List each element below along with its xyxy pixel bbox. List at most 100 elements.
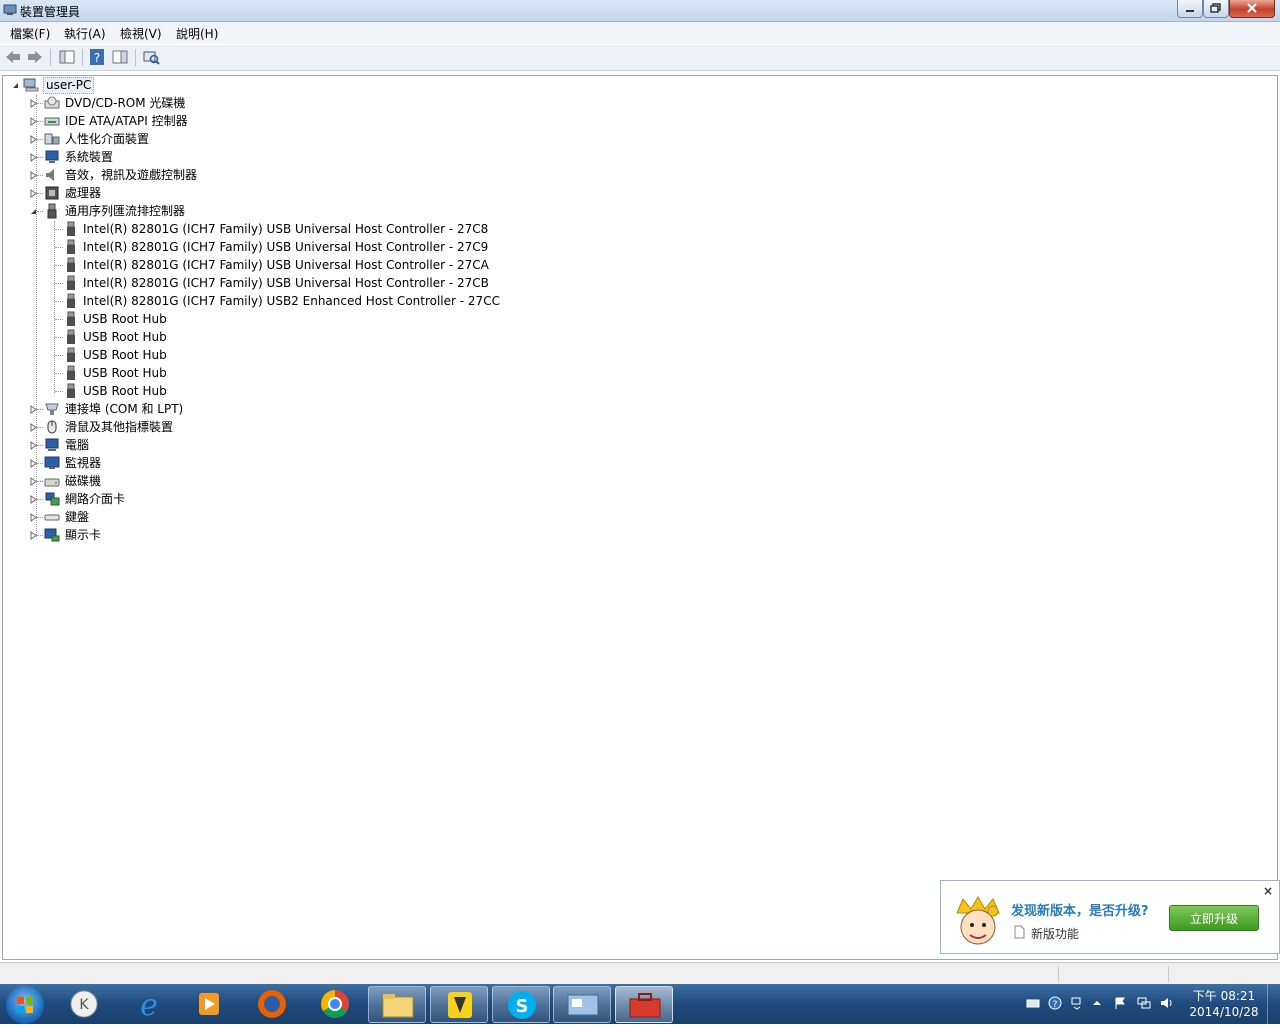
start-button[interactable] [6, 986, 44, 1024]
menu-help[interactable]: 說明(H) [176, 25, 218, 42]
expand-arrow-icon[interactable] [29, 495, 38, 504]
usb-device-row[interactable]: USB Root Hub [3, 310, 703, 328]
minimize-icon [1186, 10, 1194, 12]
taskbar-kingsoft[interactable]: K [55, 986, 113, 1023]
menu-view[interactable]: 檢視(V) [120, 25, 162, 42]
collapse-arrow-icon[interactable] [11, 81, 20, 90]
tree-connector [55, 391, 63, 392]
collapse-arrow-icon[interactable] [29, 207, 38, 216]
tree-category[interactable]: DVD/CD-ROM 光碟機 [3, 94, 603, 112]
tree-category[interactable]: 人性化介面裝置 [3, 130, 603, 148]
tree-category[interactable]: 連接埠 (COM 和 LPT) [3, 400, 603, 418]
toolbar: ? [0, 45, 1280, 71]
usb-device-row[interactable]: USB Root Hub [3, 346, 703, 364]
expand-arrow-icon[interactable] [29, 135, 38, 144]
expand-arrow-icon[interactable] [29, 423, 38, 432]
expand-arrow-icon[interactable] [29, 189, 38, 198]
tree-category[interactable]: 網路介面卡 [3, 490, 603, 508]
tree-category[interactable]: 電腦 [3, 436, 603, 454]
category-label: 音效，視訊及遊戲控制器 [65, 168, 198, 182]
expand-arrow-icon[interactable] [29, 153, 38, 162]
expand-arrow-icon[interactable] [29, 405, 38, 414]
taskbar-media-player[interactable] [180, 986, 238, 1023]
show-desktop-button[interactable] [1267, 984, 1280, 1024]
system-clock[interactable]: 下午 08:21 2014/10/28 [1184, 988, 1264, 1020]
usb-device-row[interactable]: USB Root Hub [3, 328, 703, 346]
device-label: USB Root Hub [83, 366, 167, 380]
system-devices-icon [45, 150, 59, 163]
category-label: 鍵盤 [65, 510, 90, 524]
app-icon [448, 992, 472, 1018]
menu-bar: 檔案(F) 執行(A) 檢視(V) 說明(H) [0, 22, 1280, 44]
usb-device-row[interactable]: USB Root Hub [3, 382, 703, 400]
tree-category[interactable]: 顯示卡 [3, 526, 603, 544]
device-tree[interactable]: user-PC DVD/CD-ROM 光碟機 IDE ATA/ATAPI 控制器… [2, 75, 1278, 960]
maximize-button[interactable] [1203, 0, 1229, 18]
menu-file[interactable]: 檔案(F) [10, 25, 50, 42]
network-tray-icon[interactable] [1137, 996, 1151, 1010]
tree-category[interactable]: 磁碟機 [3, 472, 603, 490]
expand-arrow-icon[interactable] [29, 99, 38, 108]
back-icon[interactable] [4, 48, 22, 66]
language-tray-icon[interactable] [1070, 996, 1084, 1010]
upgrade-now-button[interactable]: 立即升级 [1169, 905, 1259, 931]
title-bar[interactable]: 裝置管理員 [0, 0, 1280, 22]
minimize-button[interactable] [1177, 0, 1203, 18]
show-hide-console-tree-icon[interactable] [58, 48, 76, 66]
taskbar-ie[interactable]: e [120, 986, 178, 1023]
popup-close-button[interactable]: × [1263, 884, 1273, 898]
scan-hardware-icon[interactable] [142, 48, 160, 66]
help-icon[interactable]: ? [88, 48, 106, 66]
usb-device-row[interactable]: Intel(R) 82801G (ICH7 Family) USB2 Enhan… [3, 292, 703, 310]
usb-device-icon [67, 311, 75, 326]
remote-desktop-icon [567, 994, 599, 1016]
volume-tray-icon[interactable] [1160, 996, 1174, 1010]
close-button[interactable] [1229, 0, 1275, 18]
tree-category[interactable]: IDE ATA/ATAPI 控制器 [3, 112, 603, 130]
toolbox-icon [629, 993, 661, 1018]
category-label: 人性化介面裝置 [65, 132, 150, 146]
expand-arrow-icon[interactable] [29, 459, 38, 468]
show-hidden-icons-icon[interactable] [1090, 996, 1104, 1010]
skype-icon: S [508, 991, 536, 1019]
taskbar-yellow-app[interactable] [430, 986, 488, 1023]
forward-icon[interactable] [26, 48, 44, 66]
taskbar-device-manager[interactable] [615, 986, 673, 1023]
help-tray-icon[interactable]: ? [1048, 996, 1062, 1010]
action-center-flag-icon[interactable] [1113, 996, 1127, 1010]
keyboard-tray-icon[interactable] [1026, 996, 1040, 1010]
tree-category[interactable]: 音效，視訊及遊戲控制器 [3, 166, 603, 184]
tree-category[interactable]: 鍵盤 [3, 508, 603, 526]
taskbar-remote[interactable] [553, 986, 611, 1023]
usb-device-icon [67, 221, 75, 236]
expand-arrow-icon[interactable] [29, 531, 38, 540]
usb-device-row[interactable]: USB Root Hub [3, 364, 703, 382]
new-features-link[interactable]: 新版功能 [1031, 925, 1079, 942]
usb-device-row[interactable]: Intel(R) 82801G (ICH7 Family) USB Univer… [3, 256, 703, 274]
taskbar-chrome[interactable] [306, 986, 364, 1023]
taskbar-explorer[interactable] [368, 986, 426, 1023]
taskbar-skype[interactable]: S [492, 986, 550, 1023]
action-pane-icon[interactable] [111, 48, 129, 66]
category-label: DVD/CD-ROM 光碟機 [65, 96, 186, 110]
display-adapter-icon [44, 528, 60, 542]
tree-connector [55, 355, 63, 356]
expand-arrow-icon[interactable] [29, 477, 38, 486]
firefox-icon [258, 990, 286, 1018]
taskbar-firefox[interactable] [243, 986, 301, 1023]
kingsoft-icon: K [70, 990, 98, 1018]
usb-device-row[interactable]: Intel(R) 82801G (ICH7 Family) USB Univer… [3, 274, 703, 292]
menu-action[interactable]: 執行(A) [64, 25, 106, 42]
expand-arrow-icon[interactable] [29, 171, 38, 180]
usb-device-row[interactable]: Intel(R) 82801G (ICH7 Family) USB Univer… [3, 220, 703, 238]
expand-arrow-icon[interactable] [29, 513, 38, 522]
expand-arrow-icon[interactable] [29, 117, 38, 126]
tree-category[interactable]: 滑鼠及其他指標裝置 [3, 418, 603, 436]
tree-category[interactable]: 系統裝置 [3, 148, 603, 166]
tree-category[interactable]: 處理器 [3, 184, 603, 202]
expand-arrow-icon[interactable] [29, 441, 38, 450]
tree-category[interactable]: 監視器 [3, 454, 603, 472]
tree-category-expanded[interactable]: 通用序列匯流排控制器 [3, 202, 603, 220]
tree-root[interactable]: user-PC [3, 76, 603, 94]
usb-device-row[interactable]: Intel(R) 82801G (ICH7 Family) USB Univer… [3, 238, 703, 256]
